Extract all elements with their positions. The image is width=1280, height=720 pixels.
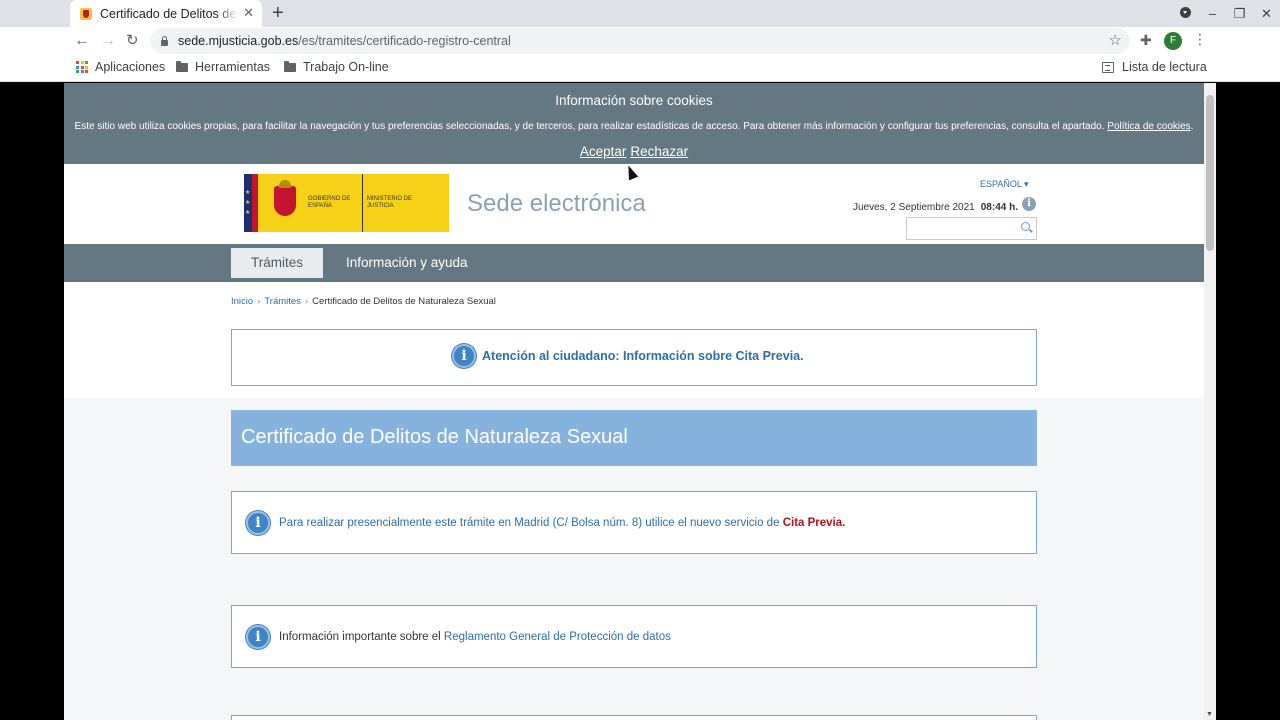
- cookie-banner: Información sobre cookies Este sitio web…: [64, 83, 1204, 164]
- cookie-policy-link[interactable]: Política de cookies: [1107, 121, 1190, 132]
- bookmark-star-icon[interactable]: ☆: [1109, 31, 1122, 49]
- info-icon: i: [246, 625, 270, 649]
- lock-icon[interactable]: [160, 36, 169, 46]
- apps-grid-icon: [76, 61, 88, 73]
- tab-search-icon: [1180, 7, 1191, 18]
- presencial-notice: i Para realizar presencialmente este trá…: [231, 491, 1037, 554]
- scrollbar-thumb[interactable]: [1206, 95, 1214, 251]
- bookmark-tools-label: Herramientas: [195, 60, 271, 74]
- bookmark-online[interactable]: Trabajo On-line: [284, 60, 389, 74]
- page-scrollbar[interactable]: ▼: [1204, 83, 1216, 720]
- eu-flag-stripe: [244, 174, 266, 232]
- url-text[interactable]: sede.mjusticia.gob.es/es/tramites/certif…: [178, 34, 511, 48]
- language-selector[interactable]: ESPAÑOL ▾: [980, 179, 1029, 190]
- folder-icon: [176, 60, 188, 72]
- forward-icon[interactable]: →: [100, 31, 116, 51]
- reading-list-label: Lista de lectura: [1122, 60, 1207, 74]
- browser-menu-icon[interactable]: ⋮: [1193, 31, 1207, 48]
- presencial-notice-text: Para realizar presencialmente este trámi…: [279, 517, 846, 529]
- attention-notice[interactable]: i Atención al ciudadano: Información sob…: [231, 329, 1037, 386]
- site-title: Sede electrónica: [467, 190, 646, 217]
- breadcrumb-home[interactable]: Inicio: [231, 296, 253, 307]
- reject-cookies-button[interactable]: Rechazar: [630, 144, 688, 159]
- tab-search-button[interactable]: [1172, 6, 1199, 21]
- bookmark-tools[interactable]: Herramientas: [176, 60, 270, 74]
- close-tab-icon[interactable]: ✕: [243, 5, 254, 21]
- extensions-icon[interactable]: ✚: [1140, 32, 1152, 49]
- cookie-title: Información sobre cookies: [555, 93, 713, 108]
- bookmark-online-label: Trabajo On-line: [303, 60, 389, 74]
- next-section-card: [231, 715, 1037, 720]
- accept-cookies-button[interactable]: Aceptar: [580, 144, 627, 159]
- browser-tab[interactable]: Certificado de Delitos de Naturaleza Sex…: [70, 0, 262, 27]
- breadcrumb-tramites[interactable]: Trámites: [264, 296, 301, 307]
- info-icon[interactable]: i: [1022, 197, 1036, 211]
- attention-notice-link[interactable]: Atención al ciudadano: Información sobre…: [482, 349, 804, 363]
- tab-title: Certificado de Delitos de Naturaleza Sex…: [100, 6, 238, 21]
- back-icon[interactable]: ←: [74, 31, 90, 51]
- profile-avatar[interactable]: F: [1164, 32, 1182, 50]
- page-viewport: Información sobre cookies Este sitio web…: [64, 83, 1216, 720]
- new-tab-icon[interactable]: +: [272, 2, 284, 24]
- scroll-down-icon[interactable]: ▼: [1206, 711, 1213, 718]
- page-title-banner: Certificado de Delitos de Naturaleza Sex…: [231, 410, 1037, 466]
- reload-icon[interactable]: ↻: [126, 31, 139, 51]
- breadcrumb-current: Certificado de Delitos de Naturaleza Sex…: [312, 296, 496, 307]
- cookie-text: Este sitio web utiliza cookies propias, …: [74, 121, 1194, 132]
- date-time: Jueves, 2 Septiembre 2021 08:44 h.: [853, 202, 1018, 213]
- cookie-actions: Aceptar Rechazar: [64, 144, 1204, 159]
- logo-ministerio: Ministerio de Justicia: [362, 174, 422, 232]
- tab-strip: Certificado de Delitos de Naturaleza Sex…: [0, 0, 1280, 27]
- restore-icon[interactable]: ❐: [1226, 6, 1253, 22]
- reading-list[interactable]: Lista de lectura: [1102, 60, 1207, 74]
- main-menu: Trámites Información y ayuda: [64, 244, 1204, 282]
- bookmark-apps[interactable]: Aplicaciones: [76, 60, 165, 74]
- window-controls: – ❐ ✕: [1172, 0, 1280, 27]
- info-icon: i: [246, 511, 270, 535]
- reading-list-icon: [1102, 61, 1114, 73]
- folder-icon: [284, 60, 296, 72]
- bookmarks-bar: Aplicaciones Herramientas Trabajo On-lin…: [0, 55, 1280, 82]
- menu-tramites[interactable]: Trámites: [231, 248, 323, 278]
- ministry-logo[interactable]: Gobierno de España Ministerio de Justici…: [244, 174, 449, 232]
- close-window-icon[interactable]: ✕: [1253, 6, 1280, 22]
- logo-gobierno: Gobierno de España: [308, 196, 351, 209]
- minimize-icon[interactable]: –: [1199, 6, 1226, 21]
- coat-of-arms-icon: [266, 174, 304, 232]
- info-icon: i: [452, 344, 476, 368]
- bookmark-apps-label: Aplicaciones: [95, 60, 166, 74]
- rgpd-notice-text: Información importante sobre el Reglamen…: [279, 631, 671, 643]
- site-favicon-icon: [80, 7, 92, 20]
- cita-previa-link[interactable]: Cita Previa.: [783, 517, 846, 529]
- browser-toolbar: ← → ↻ sede.mjusticia.gob.es/es/tramites/…: [0, 27, 1280, 55]
- rgpd-link[interactable]: Reglamento General de Protección de dato…: [444, 631, 671, 643]
- address-bar[interactable]: sede.mjusticia.gob.es/es/tramites/certif…: [150, 28, 1130, 54]
- search-icon[interactable]: [1021, 222, 1030, 231]
- page-title: Certificado de Delitos de Naturaleza Sex…: [241, 426, 628, 448]
- menu-informacion-ayuda[interactable]: Información y ayuda: [346, 248, 468, 278]
- breadcrumb: Inicio › Trámites › Certificado de Delitos d…: [231, 296, 496, 307]
- search-input[interactable]: [906, 217, 1037, 240]
- rgpd-notice: i Información importante sobre el Reglam…: [231, 605, 1037, 668]
